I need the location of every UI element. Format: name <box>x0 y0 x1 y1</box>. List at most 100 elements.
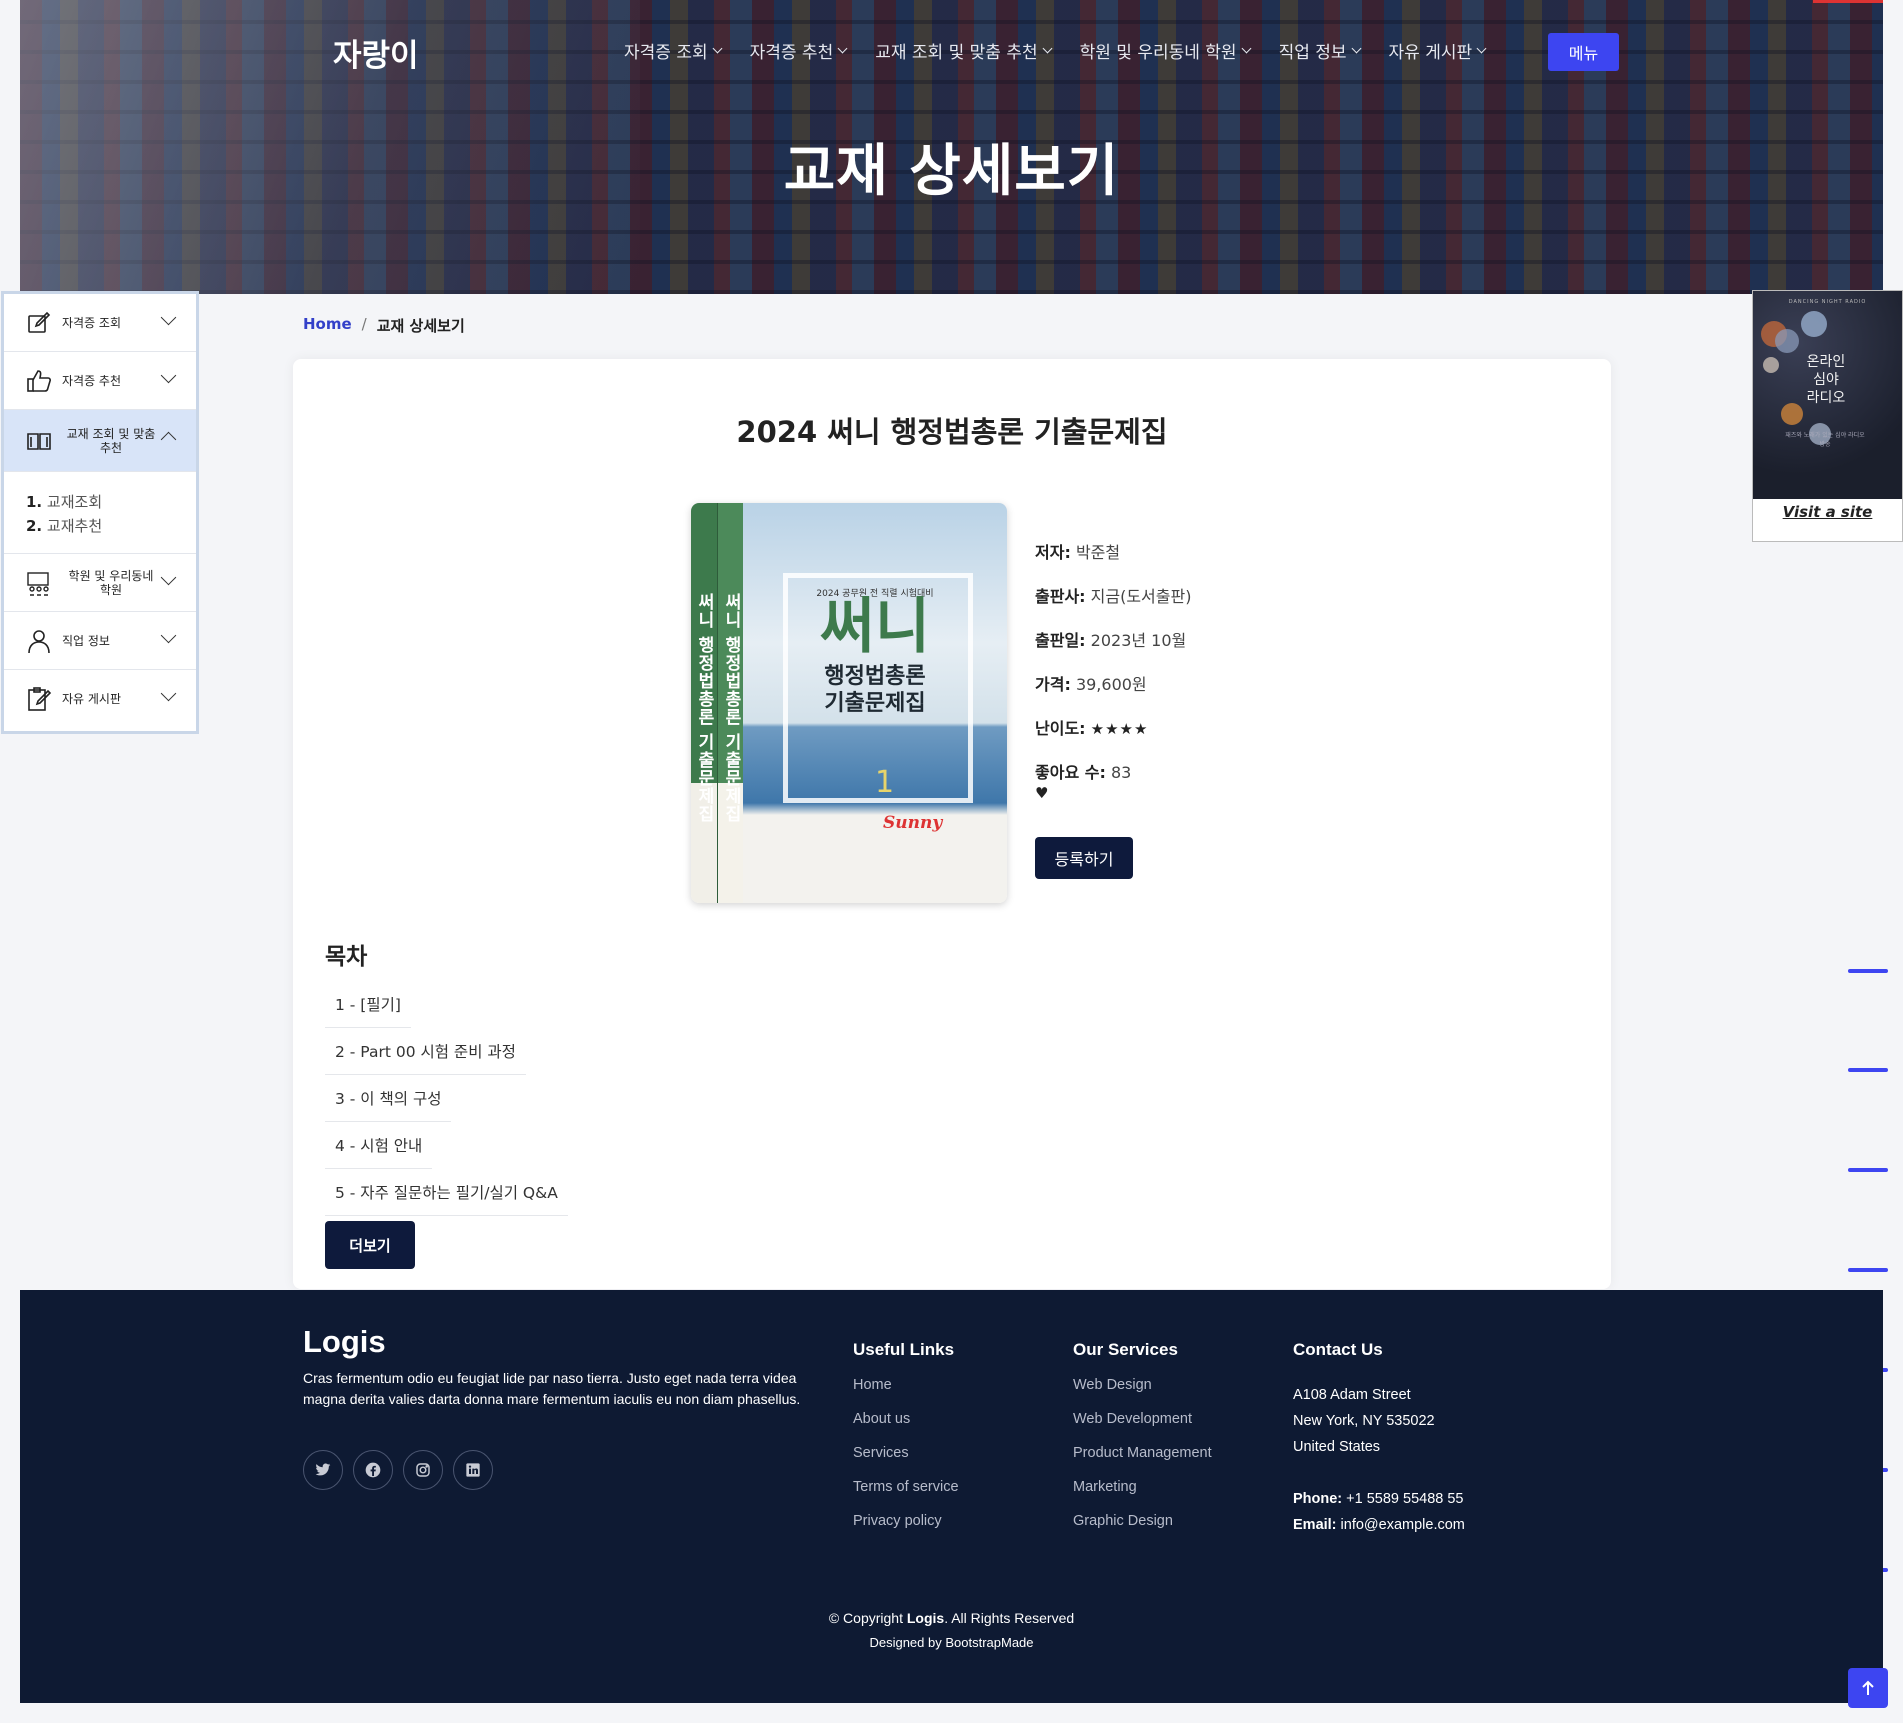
scroll-indicator[interactable] <box>1848 969 1888 973</box>
footer-service-graphic-design[interactable]: Graphic Design <box>1073 1513 1212 1547</box>
footer-useful-links: Useful Links Home About us Services Term… <box>853 1340 959 1547</box>
nav-item-cert-search[interactable]: 자격증 조회 <box>624 38 723 63</box>
ad-image: DANCING NIGHT RADIO 온라인 심야 라디오 재즈와 노래가 있… <box>1753 291 1902 499</box>
sidebar-item-board[interactable]: 자유 게시판 <box>4 670 196 728</box>
heart-icon[interactable]: ♥ <box>1035 786 1191 801</box>
contact-email: Email: info@example.com <box>1293 1517 1465 1533</box>
page-title: 교재 상세보기 <box>783 139 1120 204</box>
sidebar-item-textbook[interactable]: 교재 조회 및 맞춤 추천 <box>4 410 196 472</box>
credits[interactable]: Designed by BootstrapMade <box>20 1635 1883 1650</box>
sidebar-item-job-info[interactable]: 직업 정보 <box>4 612 196 670</box>
footer-link-about[interactable]: About us <box>853 1411 959 1445</box>
footer-link-services[interactable]: Services <box>853 1445 959 1479</box>
toc-item: 4 - 시험 안내 <box>325 1122 433 1169</box>
sidebar-item-academy[interactable]: 학원 및 우리동네 학원 <box>4 554 196 612</box>
footer-link-home[interactable]: Home <box>853 1377 959 1411</box>
chevron-down-icon[interactable] <box>160 685 177 702</box>
chevron-down-icon[interactable] <box>160 627 177 644</box>
scroll-indicator[interactable] <box>1848 1068 1888 1072</box>
cover-volume: 1 <box>875 765 895 800</box>
ad-caption: 재즈와 노래가 있는 심야 라디오 방송 <box>1785 432 1865 448</box>
nav-item-job-info[interactable]: 직업 정보 <box>1279 38 1361 63</box>
social-links <box>303 1450 493 1490</box>
edit-icon <box>28 311 51 333</box>
sidebar-item-cert-recommend[interactable]: 자격증 추천 <box>4 352 196 410</box>
chevron-down-icon[interactable] <box>160 309 177 326</box>
book-publisher: 출판사: 지금(도서출판) <box>1035 587 1192 606</box>
sidebar-item-label: 교재 조회 및 맞춤 추천 <box>66 426 156 455</box>
contact-phone: Phone: +1 5589 55488 55 <box>1293 1491 1464 1507</box>
toc-item: 2 - Part 00 시험 준비 과정 <box>325 1028 526 1075</box>
chevron-down-icon <box>1351 43 1361 54</box>
footer-service-product-management[interactable]: Product Management <box>1073 1445 1212 1479</box>
nav-item-cert-recommend[interactable]: 자격증 추천 <box>750 38 848 63</box>
sidebar-submenu: 1. 교재조회 2. 교재추천 <box>4 472 196 554</box>
breadcrumb-current: 교재 상세보기 <box>376 317 465 335</box>
book-title: 2024 써니 행정법총론 기출문제집 <box>736 415 1168 449</box>
classroom-icon <box>27 571 49 596</box>
footer-our-services: Our Services Web Design Web Development … <box>1073 1340 1212 1547</box>
footer-column-title: Our Services <box>1073 1340 1178 1359</box>
linkedin-icon[interactable] <box>453 1450 493 1490</box>
cover-brand: Sunny <box>883 813 943 833</box>
book-info: 저자: 박준철 출판사: 지금(도서출판) 출판일: 2023년 10월 가격:… <box>1035 543 1191 807</box>
toc-list: 1 - [필기] 2 - Part 00 시험 준비 과정 3 - 이 책의 구… <box>325 981 568 1216</box>
sidebar-item-label: 자유 게시판 <box>62 692 122 706</box>
footer-logo[interactable]: Logis <box>303 1324 386 1360</box>
scroll-top-button[interactable] <box>1848 1668 1888 1708</box>
book-publish-date: 출판일: 2023년 10월 <box>1035 631 1187 650</box>
sidebar-item-label: 학원 및 우리동네 학원 <box>68 568 154 597</box>
more-button[interactable]: 더보기 <box>325 1221 415 1269</box>
chevron-up-icon[interactable] <box>160 431 177 448</box>
facebook-icon[interactable] <box>353 1450 393 1490</box>
book-author: 저자: 박준철 <box>1035 543 1121 562</box>
thumbs-up-icon <box>27 369 51 392</box>
toc-title: 목차 <box>325 944 368 970</box>
ad-headline: 온라인 심야 라디오 <box>1806 354 1846 406</box>
breadcrumb-home-link[interactable]: Home <box>303 315 352 336</box>
ad-banner[interactable]: DANCING NIGHT RADIO 온라인 심야 라디오 재즈와 노래가 있… <box>1752 290 1903 542</box>
menu-button[interactable]: 메뉴 <box>1548 33 1619 71</box>
cover-subtitle: 행정법총론 기출문제집 <box>824 664 926 716</box>
hero-banner: 자랑이 자격증 조회 자격증 추천 교재 조회 및 맞춤 추천 학원 및 우리동… <box>20 0 1883 294</box>
chevron-down-icon[interactable] <box>160 367 177 384</box>
scroll-indicator[interactable] <box>1848 1268 1888 1272</box>
ad-top-text: DANCING NIGHT RADIO <box>1788 299 1867 305</box>
book-difficulty: 난이도: ★★★★ <box>1035 719 1149 738</box>
footer-service-marketing[interactable]: Marketing <box>1073 1479 1212 1513</box>
ad-visit-link[interactable]: Visit a site <box>1753 503 1902 521</box>
footer-contact: A108 Adam Street New York, NY 535022 Uni… <box>1293 1382 1465 1538</box>
chevron-down-icon <box>1241 43 1252 54</box>
register-button[interactable]: 등록하기 <box>1035 837 1133 879</box>
main-nav: 자격증 조회 자격증 추천 교재 조회 및 맞춤 추천 학원 및 우리동네 학원… <box>624 38 1514 63</box>
book-detail-card: 2024 써니 행정법총론 기출문제집 써니 행정법총론 기출문제집 써니 행정… <box>293 359 1611 1289</box>
arrow-up-icon <box>1862 1680 1874 1695</box>
site-footer: Logis Cras fermentum odio eu feugiat lid… <box>20 1290 1883 1703</box>
book-likes: 좋아요 수: 83 ♥ <box>1035 763 1191 807</box>
contact-address-line: New York, NY 535022 <box>1293 1413 1435 1429</box>
submenu-item-textbook-recommend[interactable]: 2. 교재추천 <box>26 514 196 538</box>
top-accent-line <box>1813 0 1883 3</box>
cover-main-title: 써니 <box>819 592 931 662</box>
instagram-icon[interactable] <box>403 1450 443 1490</box>
toc-item: 3 - 이 책의 구성 <box>325 1075 452 1122</box>
twitter-icon[interactable] <box>303 1450 343 1490</box>
book-open-icon <box>27 432 51 450</box>
chevron-down-icon[interactable] <box>160 569 177 586</box>
scroll-indicator[interactable] <box>1848 1168 1888 1172</box>
sidebar-item-cert-search[interactable]: 자격증 조회 <box>4 294 196 352</box>
chevron-down-icon <box>1476 43 1487 54</box>
footer-service-web-design[interactable]: Web Design <box>1073 1377 1212 1411</box>
sidebar-item-label: 자격증 조회 <box>62 315 122 330</box>
footer-service-web-development[interactable]: Web Development <box>1073 1411 1212 1445</box>
breadcrumb-separator: / <box>361 315 367 333</box>
sidebar-item-label: 자격증 추천 <box>62 373 122 388</box>
footer-link-privacy[interactable]: Privacy policy <box>853 1513 959 1547</box>
nav-item-academy[interactable]: 학원 및 우리동네 학원 <box>1080 38 1252 63</box>
nav-item-board[interactable]: 자유 게시판 <box>1389 38 1487 63</box>
footer-link-terms[interactable]: Terms of service <box>853 1479 959 1513</box>
person-icon <box>28 629 50 653</box>
submenu-item-textbook-search[interactable]: 1. 교재조회 <box>26 490 196 514</box>
site-logo[interactable]: 자랑이 <box>333 30 419 75</box>
nav-item-textbook[interactable]: 교재 조회 및 맞춤 추천 <box>875 38 1053 63</box>
